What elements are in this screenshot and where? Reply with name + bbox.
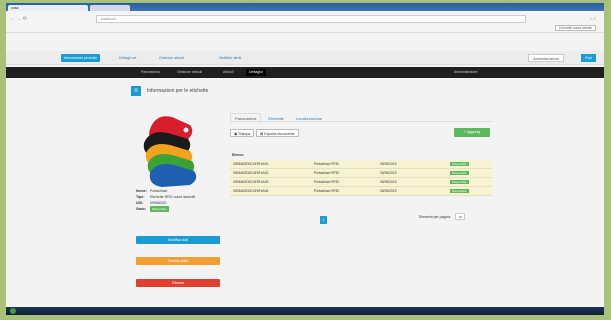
status-badge: Disponibile — [450, 189, 469, 193]
info-icon: ≡ — [131, 86, 141, 96]
browser-nav-icons[interactable]: ← → ⟳ — [10, 16, 27, 22]
items-table: 0905A00D0C4E9F4A01 Portachiavi RFID 05/0… — [230, 160, 492, 196]
per-page-label: Elementi per pagina: — [419, 214, 452, 219]
browser-tools-icons[interactable]: ☆ ≡ — [589, 16, 596, 21]
tab-labels[interactable]: Etichette — [263, 113, 289, 124]
change-state-button[interactable]: Cambia stato — [136, 257, 220, 265]
monitor-screen: cosa ← → ⟳ localhost/... ☆ ≡ Connetti co… — [6, 3, 604, 315]
cell-code: 0905A00D0C4E9F4A02 — [233, 171, 269, 175]
pagination-current-page[interactable]: 1 — [320, 216, 327, 224]
cell-status: Disponibile — [450, 169, 492, 177]
cell-date: 05/09/2019 — [380, 189, 397, 193]
export-label: Esporta documento — [264, 132, 295, 136]
edit-button[interactable]: Modifica dati — [136, 236, 220, 244]
status-badge: Disponibile — [450, 180, 469, 184]
cell-code: 0905A00D0C4E9F4A03 — [233, 180, 269, 184]
cell-type: Portachiavi RFID — [314, 171, 339, 175]
table-row[interactable]: 0905A00D0C4E9F4A03 Portachiavi RFID 05/0… — [230, 178, 492, 187]
table-row[interactable]: 0905A00D0C4E9F4A04 Portachiavi RFID 05/0… — [230, 187, 492, 196]
cell-code: 0905A00D0C4E9F4A01 — [233, 162, 269, 166]
topnav-item-info[interactable]: Informazioni prodotto — [61, 54, 100, 62]
per-page-select[interactable]: 10 — [455, 213, 466, 220]
main-menubar: Panoramica Gestione articoli Articoli De… — [6, 67, 604, 78]
print-label: Stampa — [238, 132, 251, 136]
export-button[interactable]: ▤ Esporta documento — [256, 129, 299, 137]
os-titlebar: cosa — [6, 3, 604, 11]
add-label: Aggiungi — [466, 130, 481, 134]
status-badge: Disponibile — [450, 171, 469, 175]
table-row[interactable]: 0905A00D0C4E9F4A02 Portachiavi RFID 05/0… — [230, 169, 492, 178]
os-taskbar — [6, 307, 604, 315]
rfid-keyfobs-illustration — [143, 116, 197, 187]
topnav-item-manage[interactable]: Gestione articoli — [156, 54, 187, 62]
cell-date: 05/09/2019 — [380, 180, 397, 184]
tab-overview[interactable]: Panoramica — [230, 113, 262, 124]
product-image — [143, 116, 197, 187]
login-button[interactable]: Connetti come utente — [554, 25, 596, 31]
menu-item-detail[interactable]: Dettaglio — [246, 69, 266, 76]
print-button[interactable]: ▣ Stampa — [230, 129, 255, 137]
cell-type: Portachiavi RFID — [314, 189, 339, 193]
cell-type: Portachiavi RFID — [314, 180, 339, 184]
delete-button[interactable]: Elimina — [136, 279, 220, 287]
status-badge: Disponibile — [450, 162, 469, 166]
grid-title: Elenco — [232, 153, 244, 157]
address-bar[interactable]: localhost/... — [96, 15, 526, 23]
menu-item-articles[interactable]: Articoli — [220, 69, 237, 76]
content-tabs: Panoramica Etichette Localizzazione — [230, 113, 329, 124]
table-row[interactable]: 0905A00D0C4E9F4A01 Portachiavi RFID 05/0… — [230, 160, 492, 169]
menu-user[interactable]: Amministratore — [451, 69, 481, 76]
cell-code: 0905A00D0C4E9F4A04 — [233, 189, 269, 193]
topnav-item-details[interactable]: Dettagli art. — [116, 54, 140, 62]
topnav-item-visibility[interactable]: Visibilità utenti — [216, 54, 244, 62]
cell-date: 05/09/2019 — [380, 171, 397, 175]
cell-status: Disponibile — [450, 160, 492, 168]
product-details: Nome: Portachiavi Tipo: Etichette RFID col… — [136, 188, 221, 212]
cell-status: Disponibile — [450, 178, 492, 186]
start-icon[interactable] — [10, 308, 16, 314]
tab-divider — [230, 121, 492, 122]
tab-location[interactable]: Localizzazione — [291, 113, 327, 124]
cell-status: Disponibile — [450, 187, 492, 195]
cell-date: 05/09/2019 — [380, 162, 397, 166]
per-page-control: Elementi per pagina: 10 — [419, 213, 466, 220]
add-button[interactable]: + Aggiungi — [454, 128, 490, 137]
page-header: ≡ Informazioni per le etichette — [131, 85, 208, 97]
menu-item-overview[interactable]: Panoramica — [138, 69, 163, 76]
app-top-nav: Informazioni prodotto Dettagli art. Gest… — [6, 51, 604, 65]
state-label: Stato: — [136, 207, 146, 211]
browser-toolbar: ← → ⟳ localhost/... ☆ ≡ Connetti come ut… — [6, 11, 604, 33]
admin-button[interactable]: Amministrazione — [528, 54, 564, 62]
cell-type: Portachiavi RFID — [314, 162, 339, 166]
status-badge: Disponibile — [150, 206, 169, 212]
logout-button[interactable]: Esci — [581, 54, 596, 62]
page-title: Informazioni per le etichette — [147, 88, 209, 94]
menu-item-manage[interactable]: Gestione articoli — [174, 69, 205, 76]
